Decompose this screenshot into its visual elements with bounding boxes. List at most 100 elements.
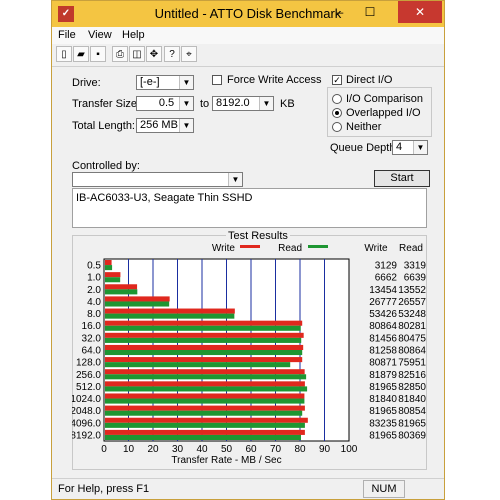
menu-view[interactable]: View [88, 29, 112, 41]
read-bar [105, 410, 303, 416]
write-bar [105, 369, 305, 375]
read-value: 80864 [398, 346, 426, 357]
read-bar [105, 313, 235, 319]
title-bar[interactable]: ✓ Untitled - ATTO Disk Benchmark – ☐ ✕ [52, 1, 444, 27]
start-button[interactable]: Start [374, 170, 430, 187]
read-value: 3319 [404, 261, 427, 272]
force-write-label: Force Write Access [227, 74, 322, 86]
open-icon[interactable]: ▰ [73, 46, 89, 62]
y-tick-label: 128.0 [76, 358, 101, 369]
menu-bar: File View Help [52, 27, 444, 44]
num-lock-indicator: NUM [363, 480, 405, 498]
direct-io-label: Direct I/O [346, 74, 393, 86]
y-tick-label: 8.0 [87, 309, 101, 320]
toolbar: ▯ ▰ ▪ ⎙ ◫ ✥ ? ⌖ [52, 44, 444, 67]
write-value: 3129 [375, 261, 398, 272]
to-label: to [200, 98, 210, 110]
transfer-to-select[interactable]: 8192.0 ▼ [212, 96, 274, 111]
menu-file[interactable]: File [58, 29, 76, 41]
legend-read-label: Read [278, 243, 302, 254]
controlled-by-select[interactable]: ▼ [72, 172, 243, 187]
write-value: 81965 [369, 406, 397, 417]
y-tick-label: 16.0 [82, 321, 102, 332]
write-value: 83235 [369, 418, 397, 429]
queue-depth-label: Queue Depth: [330, 142, 399, 154]
read-value: 80854 [398, 406, 426, 417]
y-tick-label: 4096.0 [72, 418, 101, 429]
transfer-to-value: 8192.0 [216, 97, 250, 109]
write-bar [105, 284, 138, 290]
help-icon[interactable]: ? [164, 46, 180, 62]
x-tick-label: 90 [319, 444, 331, 455]
minimize-button[interactable]: – [326, 1, 354, 23]
total-length-select[interactable]: 256 MB ▼ [136, 118, 194, 133]
app-window: ✓ Untitled - ATTO Disk Benchmark – ☐ ✕ F… [51, 0, 445, 500]
queue-depth-select[interactable]: 4 ▼ [392, 140, 428, 155]
write-bar [105, 260, 112, 266]
read-value: 26557 [398, 297, 426, 308]
drive-value: [-e-] [140, 76, 160, 88]
overlapped-io-label: Overlapped I/O [346, 107, 421, 119]
io-comparison-radio[interactable] [332, 94, 342, 104]
maximize-button[interactable]: ☐ [356, 1, 384, 23]
read-bar [105, 301, 170, 307]
y-tick-label: 512.0 [76, 382, 101, 393]
neither-radio[interactable] [332, 122, 342, 132]
description-field[interactable]: IB-AC6033-U3, Seagate Thin SSHD [72, 188, 427, 228]
read-bar [105, 398, 305, 404]
close-button[interactable]: ✕ [398, 1, 442, 23]
legend-write-label: Write [212, 243, 236, 254]
read-value: 82516 [398, 370, 426, 381]
chevron-down-icon: ▼ [413, 141, 427, 154]
move-icon[interactable]: ✥ [146, 46, 162, 62]
x-tick-label: 60 [245, 444, 257, 455]
write-column-header: Write [364, 243, 388, 254]
menu-help[interactable]: Help [122, 29, 145, 41]
y-tick-label: 0.5 [87, 261, 101, 272]
transfer-from-value: 0.5 [158, 97, 175, 109]
status-help-text: For Help, press F1 [58, 483, 150, 495]
print-icon[interactable]: ⎙ [112, 46, 128, 62]
force-write-checkbox[interactable] [212, 75, 222, 85]
transfer-from-select[interactable]: 0.5 ▼ [136, 96, 194, 111]
write-bar [105, 429, 305, 435]
read-bar [105, 265, 113, 271]
read-value: 75951 [398, 358, 426, 369]
read-value: 6639 [404, 273, 427, 284]
read-bar [105, 350, 303, 356]
read-value: 53248 [398, 309, 426, 320]
write-bar [105, 320, 303, 326]
queue-depth-value: 4 [396, 141, 403, 153]
write-value: 81456 [369, 333, 397, 344]
chevron-down-icon: ▼ [179, 76, 193, 89]
transfer-size-label: Transfer Size: [72, 98, 141, 110]
results-chart: Write Read Write Read 0 10 20 30 40 50 60 70 80 90 100… [72, 243, 427, 466]
write-value: 81965 [369, 382, 397, 393]
preview-icon[interactable]: ◫ [129, 46, 145, 62]
write-value: 13454 [369, 285, 397, 296]
chevron-down-icon: ▼ [228, 173, 242, 186]
context-help-icon[interactable]: ⌖ [181, 46, 197, 62]
write-bar [105, 405, 305, 411]
write-value: 80864 [369, 321, 397, 332]
drive-select[interactable]: [-e-] ▼ [136, 75, 194, 90]
new-icon[interactable]: ▯ [56, 46, 72, 62]
total-length-label: Total Length: [72, 120, 135, 132]
y-tick-label: 8192.0 [72, 430, 101, 441]
x-tick-label: 80 [294, 444, 306, 455]
read-value: 81965 [398, 418, 426, 429]
read-value: 13552 [398, 285, 426, 296]
y-tick-label: 2048.0 [72, 406, 101, 417]
y-tick-label: 4.0 [87, 297, 101, 308]
controlled-by-label: Controlled by: [72, 160, 140, 172]
overlapped-io-radio[interactable] [332, 108, 342, 118]
write-value: 26777 [369, 297, 397, 308]
write-bar [105, 296, 170, 302]
write-bar [105, 357, 303, 363]
y-tick-label: 1.0 [87, 273, 101, 284]
kb-label: KB [280, 98, 295, 110]
read-value: 80475 [398, 333, 426, 344]
write-bar [105, 344, 304, 350]
direct-io-checkbox[interactable]: ✓ [332, 75, 342, 85]
save-icon[interactable]: ▪ [90, 46, 106, 62]
